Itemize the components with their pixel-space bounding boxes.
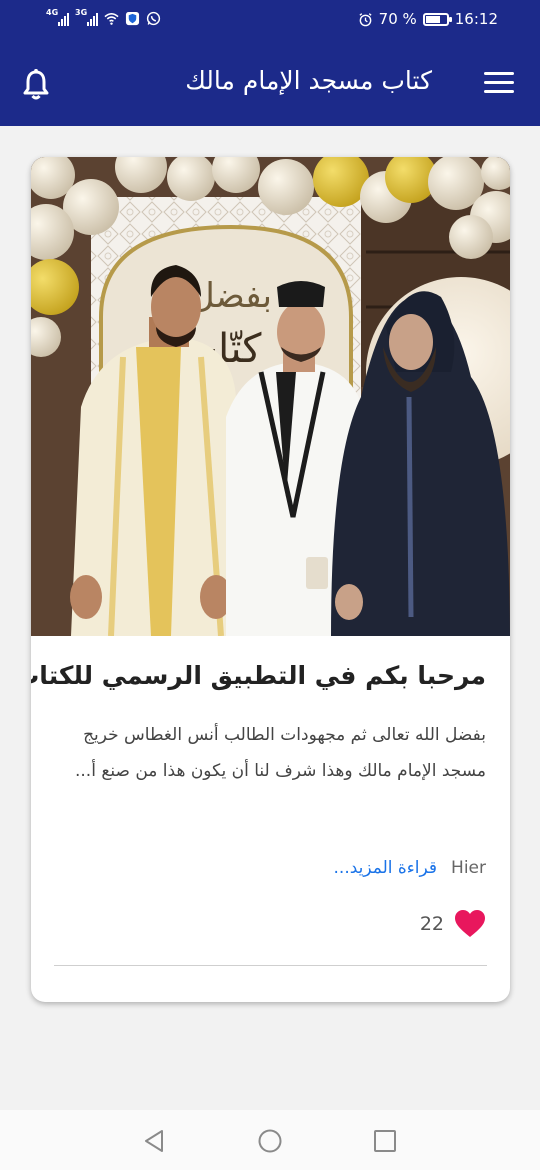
home-icon[interactable] [257, 1128, 283, 1154]
post-meta: قراءة المزيد... Hier [46, 855, 486, 881]
svg-text:بفضل: بفضل [190, 276, 272, 316]
heart-icon[interactable] [454, 909, 486, 939]
whatsapp-icon [146, 11, 161, 26]
post-title[interactable]: مرحبا بكم في التطبيق الرسمي للكتاب [31, 661, 486, 690]
system-nav-bar [0, 1110, 540, 1170]
app-title: كتاب مسجد الإمام مالك [185, 66, 432, 95]
likes: 22 [420, 907, 486, 941]
clock: 16:12 [454, 10, 498, 28]
signal-icon: 4G [46, 8, 69, 26]
status-right: 70 % 16:12 [358, 10, 498, 28]
network-type-2: 3G [75, 7, 88, 17]
battery-icon [422, 12, 452, 26]
post-image[interactable]: بفضل كتّاب [31, 157, 510, 636]
app-bar: كتاب مسجد الإمام مالك [0, 40, 540, 126]
recents-icon[interactable] [372, 1128, 398, 1154]
status-bar: 4G 3G 70 % 16:12 [0, 0, 540, 40]
post-date: Hier [451, 858, 486, 878]
battery-fill [425, 15, 440, 23]
bell-icon[interactable] [20, 68, 52, 102]
status-left: 4G 3G [46, 8, 161, 26]
card-divider [54, 965, 487, 966]
wifi-icon [104, 13, 119, 25]
battery-percent: 70 % [378, 10, 417, 28]
signal-icon-2: 3G [75, 8, 98, 26]
network-type-1: 4G [46, 7, 59, 17]
post-excerpt: بفضل الله تعالى ثم مجهودات الطالب أنس ال… [75, 725, 486, 781]
read-more-link[interactable]: قراءة المزيد... [334, 858, 438, 878]
alarm-icon [359, 12, 372, 26]
menu-icon[interactable] [484, 72, 514, 94]
shield-icon [125, 11, 140, 26]
post-card[interactable]: بفضل كتّاب مرحبا بكم في التطبيق الرسمي ل… [31, 157, 510, 1002]
like-count: 22 [419, 913, 444, 935]
back-icon[interactable] [142, 1128, 168, 1154]
